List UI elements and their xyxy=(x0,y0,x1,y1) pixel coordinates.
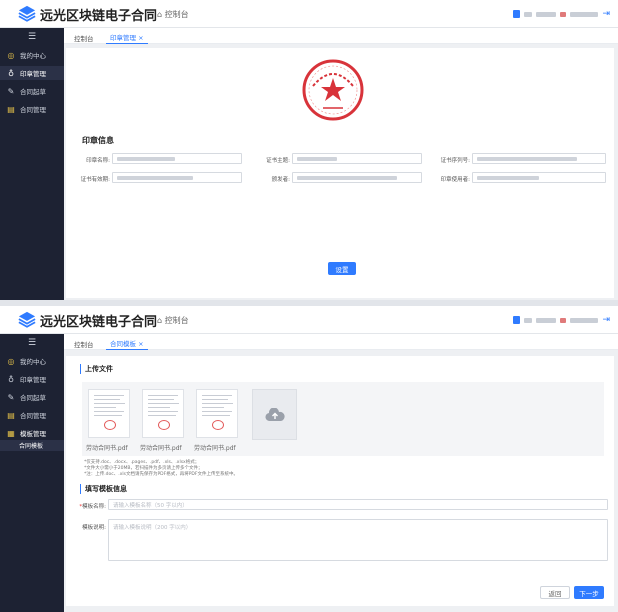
seal-user-field[interactable] xyxy=(472,172,606,183)
user-name xyxy=(536,11,557,17)
app-title: 远光区块链电子合同 xyxy=(40,315,158,330)
tab-dashboard[interactable]: 控制台 xyxy=(74,31,94,44)
template-desc-textarea[interactable]: 请输入模板说明（200 字以内） xyxy=(108,519,608,561)
user-circle-icon: ◎ xyxy=(7,356,15,366)
cert-serial-label: 证书序列号: xyxy=(440,158,470,164)
edit-icon: ✎ xyxy=(7,392,15,402)
file-name: 劳动合同书.pdf xyxy=(140,445,182,452)
file-name: 劳动合同书.pdf xyxy=(194,445,236,452)
file-name: 劳动合同书.pdf xyxy=(86,445,128,452)
top-header: 远光区块链电子合同 ⌂ 控制台 ⇥ xyxy=(0,0,618,28)
user-area: ⇥ xyxy=(513,315,610,325)
building-icon xyxy=(513,316,521,324)
sidebar: ☰ ◎ 我的中心 ♁ 印章管理 ✎ 合同起草 ▤ 合同管理 xyxy=(0,28,64,300)
issuer-field[interactable] xyxy=(292,172,422,183)
tab-bar: 控制台 印章管理 × xyxy=(64,28,618,44)
cert-validity-label: 证书有效期: xyxy=(80,177,110,183)
sidebar-item-seal-management[interactable]: ♁ 印章管理 xyxy=(0,66,64,80)
main-content: 印章信息 印章名称: 证书主题: 证书序列号: 证书有效期: 颁发者: 印章使用… xyxy=(64,44,618,300)
sidebar-item-my-center[interactable]: ◎ 我的中心 xyxy=(0,354,64,368)
next-button[interactable]: 下一步 xyxy=(574,586,604,599)
building-icon xyxy=(513,10,521,18)
user-circle-icon: ◎ xyxy=(7,50,15,60)
main-content: 上传文件 劳动合同书.pdf 劳动合同书.pdf 劳动合同书.pdf *仅支持.… xyxy=(64,350,618,612)
seal-name-field[interactable] xyxy=(112,153,242,164)
logout-icon[interactable]: ⇥ xyxy=(602,315,610,325)
template-name-input[interactable]: 请输入模板名称（50 字以内） xyxy=(108,499,608,510)
document-icon: ▤ xyxy=(7,410,15,420)
template-form-card: 上传文件 劳动合同书.pdf 劳动合同书.pdf 劳动合同书.pdf *仅支持.… xyxy=(66,356,614,606)
user-name xyxy=(536,317,557,323)
file-thumbnail[interactable] xyxy=(142,389,184,438)
sidebar-item-my-center[interactable]: ◎ 我的中心 xyxy=(0,48,64,62)
org-name xyxy=(570,11,599,17)
seal-user-label: 印章使用者: xyxy=(440,177,470,183)
logo-icon xyxy=(18,5,36,22)
contract-template-screen: 远光区块链电子合同 ⌂ 控制台 ⇥ ☰ ◎ 我的中心 ♁ 印章管理 ✎ 合同起草 ▤ 合… xyxy=(0,306,618,612)
edit-icon: ✎ xyxy=(7,86,15,96)
seal-management-screen: 远光区块链电子合同 ⌂ 控制台 ⇥ ☰ ◎ 我的中心 ♁ 印章管理 ✎ 合同起草 ▤ 合… xyxy=(0,0,618,300)
top-header: 远光区块链电子合同 ⌂ 控制台 ⇥ xyxy=(0,306,618,334)
tab-seal-management[interactable]: 印章管理 × xyxy=(106,31,148,44)
fill-section-title: 填写模板信息 xyxy=(80,484,127,494)
template-name-label: *模板名称: xyxy=(79,504,106,510)
logo-icon xyxy=(18,311,36,328)
document-icon: ▤ xyxy=(7,104,15,114)
cert-subject-label: 证书主题: xyxy=(266,158,290,164)
upload-section-title: 上传文件 xyxy=(80,364,113,374)
seal-info-title: 印章信息 xyxy=(82,136,114,145)
issuer-label: 颁发者: xyxy=(271,177,290,183)
seal-icon: ♁ xyxy=(8,374,14,384)
upload-area: 劳动合同书.pdf 劳动合同书.pdf 劳动合同书.pdf xyxy=(82,382,604,456)
file-thumbnail[interactable] xyxy=(88,389,130,438)
sidebar: ☰ ◎ 我的中心 ♁ 印章管理 ✎ 合同起草 ▤ 合同管理 ▦ 模板管理 合同模板 xyxy=(0,334,64,612)
seal-image xyxy=(302,59,364,121)
menu-toggle-icon[interactable]: ☰ xyxy=(28,338,36,348)
user-area: ⇥ xyxy=(513,9,610,19)
sidebar-item-contract-management[interactable]: ▤ 合同管理 xyxy=(0,102,64,116)
sidebar-item-seal-management[interactable]: ♁ 印章管理 xyxy=(0,372,64,386)
file-thumbnail[interactable] xyxy=(196,389,238,438)
logout-icon[interactable]: ⇥ xyxy=(602,9,610,19)
app-title: 远光区块链电子合同 xyxy=(40,9,158,24)
home-link[interactable]: ⌂ 控制台 xyxy=(157,9,189,20)
back-button[interactable]: 返回 xyxy=(540,586,570,599)
setting-button[interactable]: 设置 xyxy=(328,262,356,275)
cloud-upload-icon xyxy=(265,407,285,421)
sidebar-item-contract-draft[interactable]: ✎ 合同起草 xyxy=(0,84,64,98)
cert-serial-field[interactable] xyxy=(472,153,606,164)
upload-button[interactable] xyxy=(252,389,297,440)
home-link[interactable]: ⌂ 控制台 xyxy=(157,315,189,326)
seal-name-label: 印章名称: xyxy=(86,158,110,164)
sidebar-item-template-management[interactable]: ▦ 模板管理 xyxy=(0,426,64,440)
template-desc-label: 模板说明: xyxy=(82,525,106,531)
upload-hint: *注：上传.doc、.xls文档请先保存为PDF格式，再将PDF文件上传至系统中… xyxy=(84,472,238,477)
tab-contract-template[interactable]: 合同模板 × xyxy=(106,337,148,350)
org-name xyxy=(570,317,599,323)
sidebar-item-contract-management[interactable]: ▤ 合同管理 xyxy=(0,408,64,422)
sidebar-subitem-contract-template[interactable]: 合同模板 xyxy=(0,440,64,451)
tab-dashboard[interactable]: 控制台 xyxy=(74,337,94,350)
sidebar-item-contract-draft[interactable]: ✎ 合同起草 xyxy=(0,390,64,404)
template-icon: ▦ xyxy=(7,428,15,438)
seal-info-card: 印章信息 印章名称: 证书主题: 证书序列号: 证书有效期: 颁发者: 印章使用… xyxy=(66,48,614,298)
cert-validity-field[interactable] xyxy=(112,172,242,183)
tab-bar: 控制台 合同模板 × xyxy=(64,334,618,350)
seal-icon: ♁ xyxy=(8,68,14,78)
cert-subject-field[interactable] xyxy=(292,153,422,164)
menu-toggle-icon[interactable]: ☰ xyxy=(28,32,36,42)
